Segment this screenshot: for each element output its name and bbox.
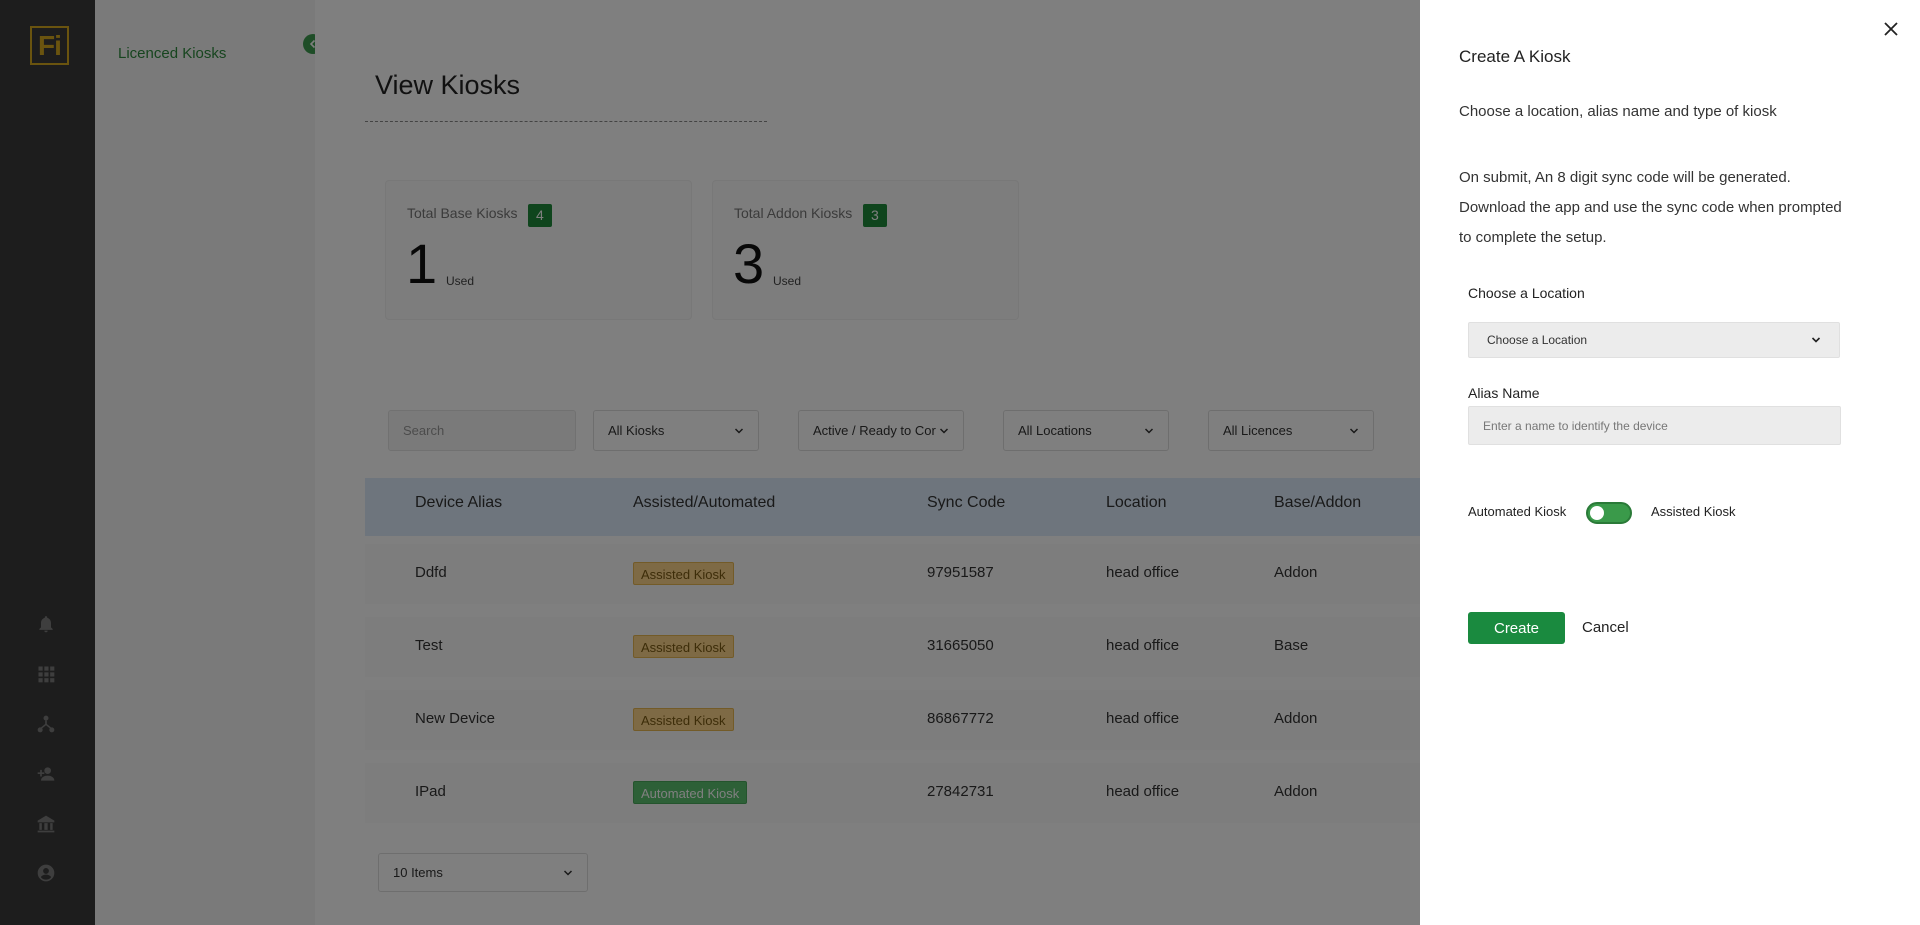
info-line: On submit, An 8 digit sync code will be … xyxy=(1459,169,1791,186)
create-button[interactable]: Create xyxy=(1468,612,1565,644)
location-label: Choose a Location xyxy=(1468,285,1585,301)
chevron-down-icon xyxy=(1811,337,1821,343)
toggle-label-assisted: Assisted Kiosk xyxy=(1651,504,1736,519)
modal-backdrop[interactable] xyxy=(0,0,1420,925)
cancel-button[interactable]: Cancel xyxy=(1582,619,1629,636)
alias-label: Alias Name xyxy=(1468,385,1540,401)
toggle-label-automated: Automated Kiosk xyxy=(1468,504,1567,519)
kiosk-type-toggle[interactable] xyxy=(1586,502,1632,524)
location-select[interactable]: Choose a Location xyxy=(1468,322,1840,358)
drawer-info: On submit, An 8 digit sync code will be … xyxy=(1459,163,1879,253)
info-line: Download the app and use the sync code w… xyxy=(1459,199,1842,216)
close-icon[interactable] xyxy=(1882,20,1900,38)
drawer-subtitle: Choose a location, alias name and type o… xyxy=(1459,103,1777,120)
toggle-knob xyxy=(1590,506,1604,520)
drawer-title: Create A Kiosk xyxy=(1459,47,1571,66)
info-line: to complete the setup. xyxy=(1459,229,1607,246)
create-kiosk-drawer xyxy=(1420,0,1920,925)
location-select-value: Choose a Location xyxy=(1487,333,1588,347)
alias-name-input[interactable]: Enter a name to identify the device xyxy=(1468,406,1841,445)
